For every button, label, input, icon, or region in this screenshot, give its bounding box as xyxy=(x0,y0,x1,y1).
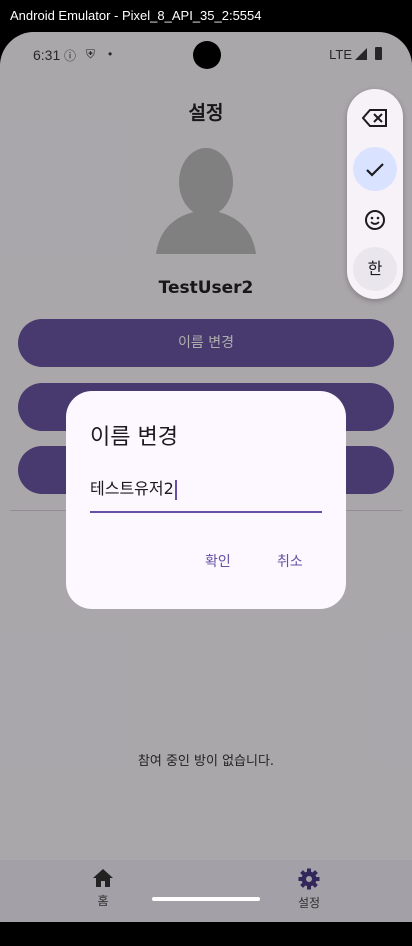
name-input-value: 테스트유저2 xyxy=(90,479,174,498)
text-caret xyxy=(174,479,177,500)
cancel-button[interactable]: 취소 xyxy=(277,551,303,571)
gesture-handle[interactable] xyxy=(152,897,260,901)
check-icon xyxy=(366,162,384,177)
change-name-dialog: 이름 변경 테스트유저2 확인 취소 xyxy=(66,391,346,609)
check-button[interactable] xyxy=(353,147,397,191)
name-input-field[interactable]: 테스트유저2 xyxy=(90,473,322,513)
confirm-button[interactable]: 확인 xyxy=(205,551,231,571)
language-label: 한 xyxy=(367,259,383,278)
app-screen: 6:31 ⓘ ⛨ • LTE 설정 TestUser2 이름 변경 참여 중인 … xyxy=(0,32,412,922)
phone-frame: 6:31 ⓘ ⛨ • LTE 설정 TestUser2 이름 변경 참여 중인 … xyxy=(0,32,412,946)
keyboard-toolbar: 한 xyxy=(347,89,403,299)
backspace-icon xyxy=(361,108,387,127)
window-title: Android Emulator - Pixel_8_API_35_2:5554 xyxy=(10,8,262,23)
dialog-title: 이름 변경 xyxy=(90,425,178,450)
emoji-button[interactable] xyxy=(353,197,397,241)
backspace-button[interactable] xyxy=(353,95,397,139)
language-toggle-button[interactable]: 한 xyxy=(353,247,397,291)
emulator-title-bar: Android Emulator - Pixel_8_API_35_2:5554 xyxy=(0,0,412,32)
emoji-icon xyxy=(365,209,385,230)
